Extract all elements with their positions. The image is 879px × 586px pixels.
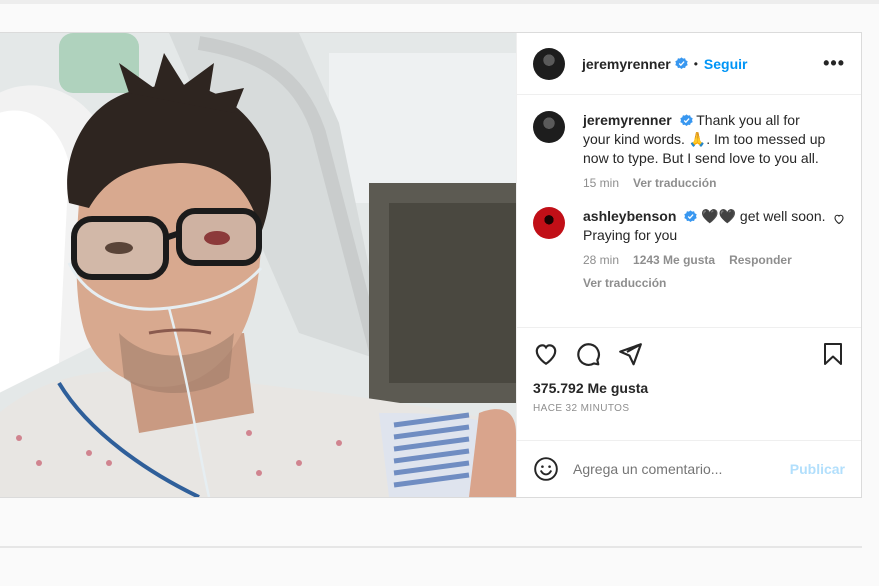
verified-badge-icon <box>684 210 697 223</box>
comments-section: jeremyrenner Thank you all for your kind… <box>517 95 861 328</box>
verified-badge-icon <box>675 57 688 70</box>
post-photo[interactable] <box>0 33 516 497</box>
follow-button[interactable]: Seguir <box>704 56 748 72</box>
comment-username[interactable]: ashleybenson <box>583 208 676 224</box>
caption-translate-link[interactable]: Ver traducción <box>633 174 716 193</box>
smiley-icon[interactable] <box>533 456 559 482</box>
author-username[interactable]: jeremyrenner <box>582 56 671 72</box>
comment-like-heart-icon[interactable] <box>833 213 845 225</box>
more-options-icon[interactable]: ••• <box>823 53 845 74</box>
instagram-post: jeremyrenner • Seguir ••• jeremyrenner T… <box>0 32 862 498</box>
comment-text-block: ashleybenson 🖤🖤 get well soon. Praying f… <box>583 207 827 245</box>
add-comment-bar: Publicar <box>517 441 861 497</box>
comment-bubble-icon[interactable] <box>575 341 601 367</box>
post-timestamp: HACE 32 MINUTOS <box>517 396 861 441</box>
verified-badge-icon <box>679 114 693 127</box>
caption: jeremyrenner Thank you all for your kind… <box>533 111 845 193</box>
paper-plane-icon[interactable] <box>617 341 643 367</box>
publish-button[interactable]: Publicar <box>790 461 845 477</box>
post-sidebar: jeremyrenner • Seguir ••• jeremyrenner T… <box>516 33 861 497</box>
separator-dot: • <box>693 56 698 71</box>
comment-time[interactable]: 28 min <box>583 251 619 270</box>
page-top-divider <box>0 0 879 4</box>
bookmark-icon[interactable] <box>821 342 845 366</box>
comment-input[interactable] <box>573 461 790 477</box>
author-avatar[interactable] <box>533 47 565 80</box>
caption-username[interactable]: jeremyrenner <box>583 112 672 128</box>
comment-likes[interactable]: 1243 Me gusta <box>633 251 715 270</box>
action-bar <box>517 328 861 380</box>
caption-time[interactable]: 15 min <box>583 174 619 193</box>
comment-translate-link[interactable]: Ver traducción <box>583 274 827 293</box>
post-header: jeremyrenner • Seguir ••• <box>517 33 861 95</box>
caption-avatar[interactable] <box>533 111 565 143</box>
likes-count[interactable]: 375.792 Me gusta <box>517 380 861 396</box>
caption-meta: 15 min Ver traducción <box>583 174 827 193</box>
page-bottom-divider <box>0 546 862 548</box>
selfie-photo-illustration <box>0 33 516 497</box>
heart-icon[interactable] <box>533 341 559 367</box>
caption-text-block: jeremyrenner Thank you all for your kind… <box>583 111 827 168</box>
author-info: jeremyrenner • Seguir <box>582 56 748 72</box>
commenter-avatar[interactable] <box>533 207 565 239</box>
reply-button[interactable]: Responder <box>729 251 792 270</box>
comment-meta: 28 min 1243 Me gusta Responder <box>583 251 827 270</box>
comment-item: ashleybenson 🖤🖤 get well soon. Praying f… <box>533 207 845 293</box>
